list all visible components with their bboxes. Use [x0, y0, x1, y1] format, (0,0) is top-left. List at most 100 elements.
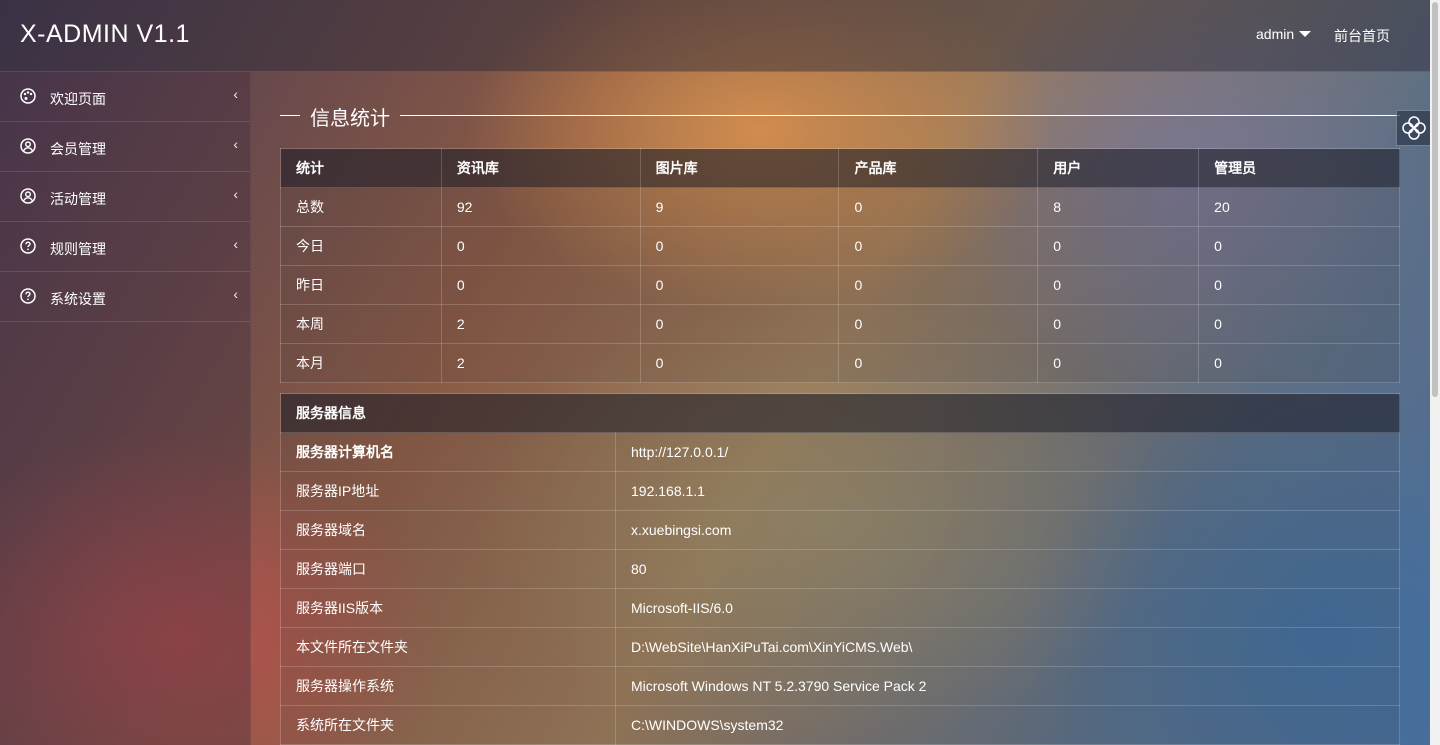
- table-cell: 0: [639, 265, 840, 305]
- table-cell: 本月: [280, 343, 442, 383]
- sidebar-item-rules[interactable]: 规则管理 ‹: [0, 222, 250, 272]
- sidebar-item-label: 欢迎页面: [50, 91, 106, 107]
- knot-icon: [1402, 116, 1426, 140]
- table-cell: 0: [1037, 226, 1200, 266]
- info-label: 服务器操作系统: [280, 666, 616, 706]
- table-cell: 0: [838, 343, 1039, 383]
- info-label: 服务器IIS版本: [280, 588, 616, 628]
- caret-down-icon[interactable]: [1299, 31, 1312, 37]
- chevron-left-icon: ‹: [233, 236, 238, 252]
- info-label: 本文件所在文件夹: [280, 627, 616, 667]
- sidebar-item-settings[interactable]: 系统设置 ‹: [0, 272, 250, 322]
- sidebar-item-label: 会员管理: [50, 141, 106, 157]
- table-cell: 0: [639, 226, 840, 266]
- table-row: 总数 92 9 0 8 20: [280, 187, 1400, 227]
- table-cell: 总数: [280, 187, 442, 227]
- table-cell: 2: [440, 343, 641, 383]
- server-info-title: 服务器信息: [280, 393, 1400, 433]
- sidebar-item-label: 系统设置: [50, 291, 106, 307]
- table-cell: 0: [639, 343, 840, 383]
- table-cell: 0: [1037, 265, 1200, 305]
- table-row: 服务器计算机名 http://127.0.0.1/: [280, 432, 1400, 472]
- info-value: http://127.0.0.1/: [615, 432, 1400, 472]
- table-cell: 0: [838, 304, 1039, 344]
- info-label: 系统所在文件夹: [280, 705, 616, 745]
- user-menu[interactable]: admin: [1256, 26, 1312, 42]
- table-row: 本文件所在文件夹 D:\WebSite\HanXiPuTai.com\XinYi…: [280, 627, 1400, 667]
- table-cell: 昨日: [280, 265, 442, 305]
- user-name[interactable]: admin: [1256, 26, 1294, 42]
- table-row: 服务器IIS版本 Microsoft-IIS/6.0: [280, 588, 1400, 628]
- table-row: 本周 2 0 0 0 0: [280, 304, 1400, 344]
- sidebar-item-members[interactable]: 会员管理 ‹: [0, 122, 250, 172]
- stats-table: 统计 资讯库 图片库 产品库 用户 管理员 总数 92 9 0 8 20 今日 …: [280, 148, 1400, 383]
- vertical-scrollbar[interactable]: [1430, 0, 1440, 745]
- table-cell: 0: [1037, 343, 1200, 383]
- chevron-left-icon: ‹: [233, 136, 238, 152]
- column-header: 统计: [280, 148, 442, 188]
- table-cell: 92: [440, 187, 641, 227]
- column-header: 管理员: [1198, 148, 1400, 188]
- table-row: 本月 2 0 0 0 0: [280, 343, 1400, 383]
- info-value: Microsoft-IIS/6.0: [615, 588, 1400, 628]
- info-label: 服务器计算机名: [280, 432, 616, 472]
- sidebar-item-label: 活动管理: [50, 191, 106, 207]
- table-cell: 本周: [280, 304, 442, 344]
- question-circle-icon: [20, 288, 36, 304]
- app-logo[interactable]: X-ADMIN V1.1: [20, 20, 190, 49]
- table-row: 昨日 0 0 0 0 0: [280, 265, 1400, 305]
- table-row: 服务器端口 80: [280, 549, 1400, 589]
- table-cell: 0: [1198, 304, 1400, 344]
- info-value: D:\WebSite\HanXiPuTai.com\XinYiCMS.Web\: [615, 627, 1400, 667]
- table-cell: 20: [1198, 187, 1400, 227]
- table-row: 服务器域名 x.xuebingsi.com: [280, 510, 1400, 550]
- table-cell: 9: [639, 187, 840, 227]
- table-cell: 8: [1037, 187, 1200, 227]
- front-home-link[interactable]: 前台首页: [1334, 26, 1390, 46]
- divider: [400, 115, 1400, 116]
- table-row: 服务器IP地址 192.168.1.1: [280, 471, 1400, 511]
- info-label: 服务器端口: [280, 549, 616, 589]
- chevron-left-icon: ‹: [233, 186, 238, 202]
- info-value: C:\WINDOWS\system32: [615, 705, 1400, 745]
- table-cell: 0: [639, 304, 840, 344]
- sidebar-item-welcome[interactable]: 欢迎页面 ‹: [0, 72, 250, 122]
- table-cell: 0: [1037, 304, 1200, 344]
- table-row: 服务器操作系统 Microsoft Windows NT 5.2.3790 Se…: [280, 666, 1400, 706]
- section-title: 信息统计: [310, 108, 390, 130]
- table-cell: 今日: [280, 226, 442, 266]
- info-label: 服务器IP地址: [280, 471, 616, 511]
- top-header: X-ADMIN V1.1 admin 前台首页: [0, 0, 1430, 72]
- floating-widget[interactable]: [1396, 110, 1432, 146]
- info-value: Microsoft Windows NT 5.2.3790 Service Pa…: [615, 666, 1400, 706]
- column-header: 产品库: [838, 148, 1039, 188]
- user-circle-icon: [20, 188, 36, 204]
- table-cell: 0: [838, 265, 1039, 305]
- info-value: 80: [615, 549, 1400, 589]
- table-cell: 0: [1198, 265, 1400, 305]
- server-info-table: 服务器信息 服务器计算机名 http://127.0.0.1/ 服务器IP地址 …: [280, 393, 1400, 745]
- table-header-row: 服务器信息: [280, 393, 1400, 433]
- sidebar: 欢迎页面 ‹ 会员管理 ‹ 活动管理 ‹ 规则管理 ‹ 系统设置 ‹: [0, 72, 251, 745]
- sidebar-item-activities[interactable]: 活动管理 ‹: [0, 172, 250, 222]
- question-circle-icon: [20, 238, 36, 254]
- table-cell: 0: [440, 265, 641, 305]
- info-value: x.xuebingsi.com: [615, 510, 1400, 550]
- info-label: 服务器域名: [280, 510, 616, 550]
- table-cell: 0: [1198, 226, 1400, 266]
- scrollbar-thumb[interactable]: [1432, 2, 1438, 397]
- section-header: 信息统计: [280, 102, 1400, 130]
- divider: [280, 115, 300, 116]
- column-header: 图片库: [639, 148, 840, 188]
- chevron-left-icon: ‹: [233, 286, 238, 302]
- table-header-row: 统计 资讯库 图片库 产品库 用户 管理员: [280, 148, 1400, 188]
- table-row: 系统所在文件夹 C:\WINDOWS\system32: [280, 705, 1400, 745]
- table-cell: 0: [838, 226, 1039, 266]
- table-cell: 0: [1198, 343, 1400, 383]
- table-cell: 2: [440, 304, 641, 344]
- column-header: 资讯库: [440, 148, 641, 188]
- info-value: 192.168.1.1: [615, 471, 1400, 511]
- chevron-left-icon: ‹: [233, 86, 238, 102]
- table-cell: 0: [440, 226, 641, 266]
- column-header: 用户: [1037, 148, 1200, 188]
